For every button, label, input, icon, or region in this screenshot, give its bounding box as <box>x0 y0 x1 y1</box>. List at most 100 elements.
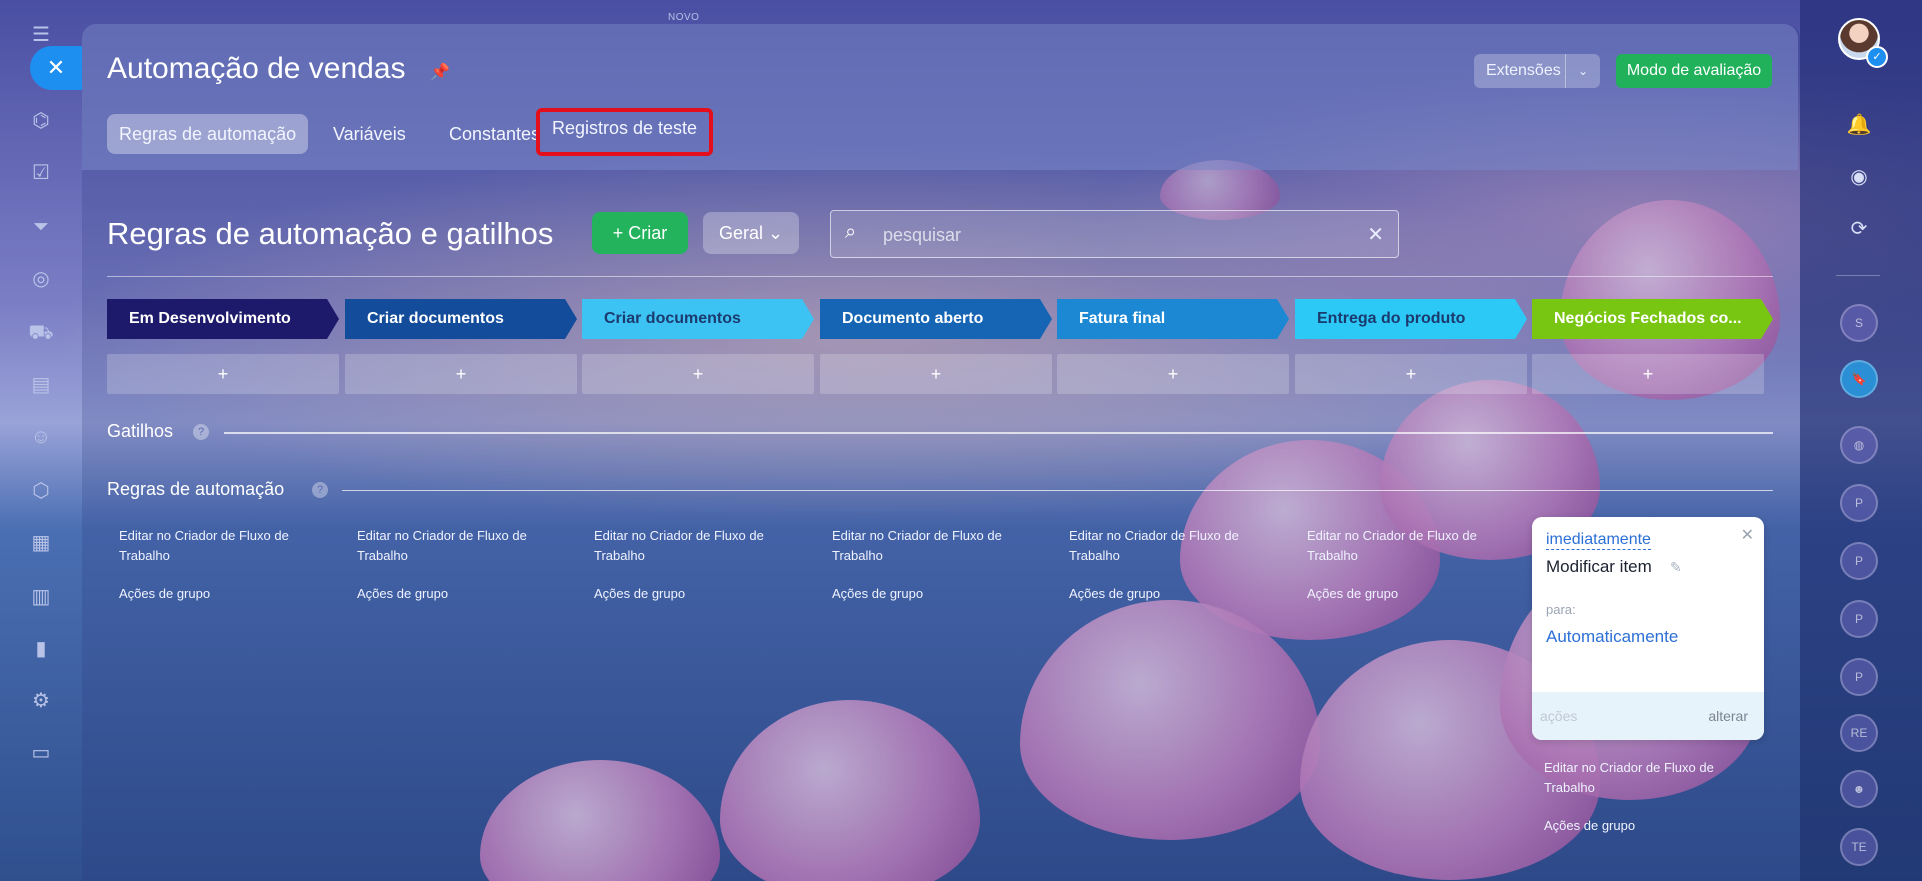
pin-icon[interactable]: 📌 <box>430 62 450 82</box>
help-icon[interactable]: ? <box>312 482 328 498</box>
card-icon[interactable]: ▤ <box>28 372 54 398</box>
copilot-icon[interactable]: ◉ <box>1844 162 1874 192</box>
chat-avatar[interactable]: P <box>1840 484 1878 522</box>
group-actions-link[interactable]: Ações de grupo <box>1544 818 1635 833</box>
group-actions-link[interactable]: Ações de grupo <box>357 586 448 601</box>
edit-workflow-link[interactable]: Editar no Criador de Fluxo de Trabalho <box>594 526 784 566</box>
chat-avatar[interactable]: RE <box>1840 714 1878 752</box>
stage-column[interactable]: Em Desenvolvimento <box>107 299 339 339</box>
add-button[interactable]: + <box>582 354 814 394</box>
close-icon: ✕ <box>46 55 66 80</box>
group-actions-link[interactable]: Ações de grupo <box>119 586 210 601</box>
stage-column[interactable]: Documento aberto <box>820 299 1052 339</box>
rules-divider <box>342 490 1773 491</box>
funnel-icon[interactable]: ⏷ <box>28 214 54 240</box>
cart-icon[interactable]: ⛟ <box>28 320 54 346</box>
chat-avatar[interactable]: P <box>1840 542 1878 580</box>
group-actions-link[interactable]: Ações de grupo <box>1307 586 1398 601</box>
group-actions-link[interactable]: Ações de grupo <box>1069 586 1160 601</box>
chevron-down-icon: ⌄ <box>767 223 784 243</box>
group-actions-link[interactable]: Ações de grupo <box>594 586 685 601</box>
chat-avatar[interactable]: S <box>1840 304 1878 342</box>
create-button[interactable]: + Criar <box>592 212 688 254</box>
rail-divider <box>1836 275 1880 276</box>
edit-workflow-link[interactable]: Editar no Criador de Fluxo de Trabalho <box>119 526 309 566</box>
tasks-icon[interactable]: ☑ <box>28 160 54 186</box>
crm-icon[interactable]: ⌬ <box>28 108 54 134</box>
add-button[interactable]: + <box>107 354 339 394</box>
edit-workflow-link[interactable]: Editar no Criador de Fluxo de Trabalho <box>1069 526 1259 566</box>
sync-icon[interactable]: ⟳ <box>1844 214 1874 244</box>
chat-avatar-image[interactable]: ☻ <box>1840 770 1878 808</box>
edit-workflow-link[interactable]: Editar no Criador de Fluxo de Trabalho <box>357 526 547 566</box>
left-sidebar: ☰ ⌬ ☑ ⏷ ◎ ⛟ ▤ ☺ ⬡ ▦ ▥ ▮ ⚙ ▭ <box>0 0 82 881</box>
new-label: NOVO <box>668 12 700 23</box>
stage-column[interactable]: Negócios Fechados co... <box>1532 299 1773 339</box>
add-button[interactable]: + <box>820 354 1052 394</box>
stage-column[interactable]: Criar documentos <box>582 299 814 339</box>
rules-heading: Regras de automação <box>107 479 285 499</box>
search-input[interactable] <box>881 221 1355 249</box>
chat-avatar-group[interactable]: ◍ <box>1840 426 1878 464</box>
add-button[interactable]: + <box>345 354 577 394</box>
header-divider <box>107 276 1773 277</box>
chat-avatar[interactable]: P <box>1840 600 1878 638</box>
chat-avatar[interactable]: P <box>1840 658 1878 696</box>
chat-avatar[interactable]: TE <box>1840 828 1878 866</box>
section-title: Regras de automação e gatilhos <box>107 216 554 251</box>
page-title: Automação de vendas <box>107 52 406 85</box>
clear-icon[interactable]: ✕ <box>1367 222 1384 247</box>
create-label: Criar <box>628 223 668 243</box>
rule-for-label: para: <box>1546 602 1576 617</box>
stage-column[interactable]: Fatura final <box>1057 299 1289 339</box>
rule-change-link[interactable]: alterar <box>1708 708 1748 724</box>
menu-icon[interactable]: ☰ <box>28 22 54 48</box>
tab-constants[interactable]: Constantes <box>437 114 552 154</box>
group-actions-link[interactable]: Ações de grupo <box>832 586 923 601</box>
add-button[interactable]: + <box>1532 354 1764 394</box>
stage-bar: Em Desenvolvimento Criar documentos Cria… <box>107 299 1773 339</box>
settings-icon[interactable]: ⚙ <box>28 688 54 714</box>
general-label: Geral <box>718 223 763 243</box>
file-icon[interactable]: ▭ <box>28 740 54 766</box>
box-icon[interactable]: ⬡ <box>28 478 54 504</box>
rule-timing-link[interactable]: imediatamente <box>1546 531 1651 550</box>
chart-icon[interactable]: ▮ <box>28 636 54 662</box>
pencil-icon[interactable]: ✎ <box>1670 559 1682 576</box>
close-icon[interactable]: ✕ <box>1741 525 1754 545</box>
plus-icon: + <box>612 223 629 243</box>
rule-action-name: Modificar item <box>1546 557 1652 576</box>
calendar-icon[interactable]: ▥ <box>28 584 54 610</box>
bell-icon[interactable]: 🔔 <box>1844 110 1874 140</box>
close-panel-button[interactable]: ✕ <box>30 46 82 90</box>
stage-column[interactable]: Entrega do produto <box>1295 299 1527 339</box>
tab-test-records[interactable]: Registros de teste <box>536 108 714 156</box>
robot-icon[interactable]: ☺ <box>28 424 54 450</box>
general-dropdown[interactable]: Geral ⌄ <box>703 212 799 254</box>
automation-rule-card[interactable]: imediatamente ✕ Modificar item ✎ para: A… <box>1532 517 1764 740</box>
checkmark-icon: ✓ <box>1866 46 1888 68</box>
chevron-down-icon[interactable]: ⌄ <box>1565 54 1600 88</box>
edit-workflow-link[interactable]: Editar no Criador de Fluxo de Trabalho <box>1544 758 1734 798</box>
extensions-button[interactable]: Extensões ⌄ <box>1474 54 1600 88</box>
tab-variables[interactable]: Variáveis <box>321 114 418 154</box>
add-button[interactable]: + <box>1295 354 1527 394</box>
rule-actions-label: ações <box>1540 708 1578 724</box>
demo-mode-button[interactable]: Modo de avaliação <box>1616 54 1772 88</box>
target-icon[interactable]: ◎ <box>28 266 54 292</box>
add-button[interactable]: + <box>1057 354 1289 394</box>
store-icon[interactable]: ▦ <box>28 530 54 556</box>
rule-for-value[interactable]: Automaticamente <box>1546 627 1678 647</box>
tab-automation-rules[interactable]: Regras de automação <box>107 114 309 154</box>
help-icon[interactable]: ? <box>193 424 209 440</box>
bookmark-icon[interactable]: 🔖 <box>1840 360 1878 398</box>
stage-column[interactable]: Criar documentos <box>345 299 577 339</box>
search-icon: ⌕ <box>845 221 857 243</box>
search-box[interactable]: ⌕ ✕ <box>830 210 1399 258</box>
triggers-heading: Gatilhos <box>107 421 174 441</box>
edit-workflow-link[interactable]: Editar no Criador de Fluxo de Trabalho <box>1307 526 1497 566</box>
rule-card-footer: ações alterar <box>1532 692 1764 740</box>
add-trigger-row: + + + + + + + <box>107 354 1773 394</box>
edit-workflow-link[interactable]: Editar no Criador de Fluxo de Trabalho <box>832 526 1022 566</box>
extensions-label: Extensões <box>1486 62 1561 79</box>
